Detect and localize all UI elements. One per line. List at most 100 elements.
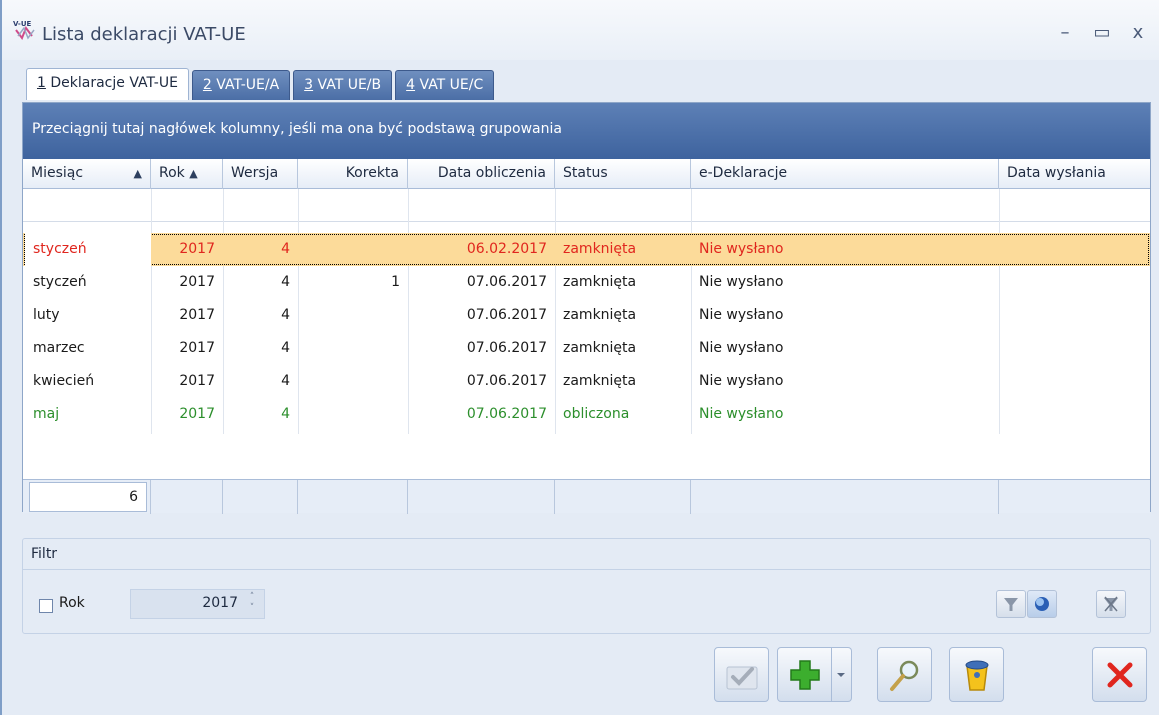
- cell-status: zamknięta: [563, 307, 637, 323]
- cell-year: 2017: [179, 307, 215, 323]
- accept-button[interactable]: [714, 647, 769, 702]
- table-row[interactable]: styczeń 2017 4 1 07.06.2017 zamknięta Ni…: [23, 266, 1150, 299]
- cell-version: 4: [281, 373, 290, 389]
- cell-month: styczeń: [33, 274, 87, 290]
- column-header-miesiac[interactable]: Miesiąc ▲: [23, 159, 151, 189]
- maximize-button[interactable]: ▭: [1089, 22, 1115, 44]
- tab-vat-ue-c[interactable]: 4 VAT UE/C: [395, 70, 495, 100]
- spin-down-icon[interactable]: ˅: [246, 603, 258, 614]
- rok-checkbox[interactable]: [39, 599, 53, 613]
- cell-date: 07.06.2017: [466, 307, 547, 323]
- tab-label: VAT UE/B: [313, 77, 382, 93]
- cell-year: 2017: [179, 406, 215, 422]
- close-icon: [1107, 662, 1133, 688]
- grid-filter-row[interactable]: [23, 189, 1150, 222]
- table-row[interactable]: kwiecień 2017 4 07.06.2017 zamknięta Nie…: [23, 365, 1150, 398]
- funnel-icon: [1004, 598, 1018, 611]
- cell-month: marzec: [33, 340, 85, 356]
- filter-title: Filtr: [31, 546, 58, 562]
- close-button[interactable]: [1092, 647, 1147, 702]
- add-button[interactable]: [777, 647, 832, 702]
- cell-sent-date: [999, 332, 1152, 365]
- cell-year: 2017: [179, 274, 215, 290]
- cell-version: 4: [281, 274, 290, 290]
- column-header-data-wyslania[interactable]: Data wysłania: [999, 159, 1152, 189]
- summary-cell: 6: [23, 480, 151, 514]
- table-row[interactable]: luty 2017 4 07.06.2017 zamknięta Nie wys…: [23, 299, 1150, 332]
- tab-vat-ue-a[interactable]: 2 VAT-UE/A: [191, 70, 291, 100]
- checkmark-icon: [726, 666, 758, 690]
- grid-header: Miesiąc ▲ Rok ▲ Wersja Korekta Data obli…: [23, 159, 1150, 189]
- cell-correction: 1: [391, 274, 400, 290]
- cell-month: maj: [33, 406, 60, 422]
- funnel-clear-icon: [1104, 596, 1118, 612]
- refresh-filter-button[interactable]: [1027, 590, 1057, 618]
- magnifier-icon: [890, 660, 919, 691]
- sort-asc-icon: ▲: [133, 167, 142, 180]
- close-window-button[interactable]: x: [1125, 22, 1151, 44]
- tab-vat-ue-b[interactable]: 3 VAT UE/B: [293, 70, 393, 100]
- column-header-status[interactable]: Status: [555, 159, 691, 189]
- tab-label: VAT UE/C: [415, 77, 484, 93]
- tab-label: Deklaracje VAT-UE: [45, 75, 178, 91]
- column-header-label: Miesiąc: [31, 165, 84, 181]
- sort-asc-icon: ▲: [189, 167, 198, 180]
- summary-cell: [223, 480, 298, 514]
- clear-filter-button[interactable]: [1096, 590, 1126, 618]
- spin-up-icon[interactable]: ˄: [246, 592, 258, 603]
- tab-bar: 1 Deklaracje VAT-UE 2 VAT-UE/A 3 VAT UE/…: [26, 68, 497, 100]
- cell-sent-date: [999, 365, 1152, 398]
- group-by-panel[interactable]: Przeciągnij tutaj nagłówek kolumny, jeśl…: [23, 103, 1150, 159]
- add-dropdown-button[interactable]: [832, 647, 852, 702]
- minimize-button[interactable]: –: [1052, 22, 1078, 44]
- column-header-rok[interactable]: Rok ▲: [151, 159, 223, 189]
- table-row[interactable]: marzec 2017 4 07.06.2017 zamknięta Nie w…: [23, 332, 1150, 365]
- svg-text:V-UE: V-UE: [13, 20, 31, 28]
- filter-refresh-icon: [1035, 597, 1049, 611]
- summary-cell: [999, 480, 1152, 514]
- cell-date: 06.02.2017: [466, 241, 547, 257]
- delete-button[interactable]: [949, 647, 1004, 702]
- declarations-grid: Przeciągnij tutaj nagłówek kolumny, jeśl…: [22, 102, 1152, 514]
- window: V-UE Lista deklaracji VAT-UE – ▭ x 1 Dek…: [0, 0, 1159, 715]
- cell-sent-date: [999, 299, 1152, 332]
- grid-rows: styczeń 2017 4 06.02.2017 zamknięta Nie …: [23, 233, 1150, 431]
- cell-status: zamknięta: [563, 241, 637, 257]
- apply-filter-button[interactable]: [996, 590, 1026, 618]
- cell-sent-date: [999, 233, 1152, 266]
- tab-number: 4: [406, 77, 416, 93]
- grid-summary-row: 6: [23, 479, 1152, 514]
- tab-number: 2: [202, 77, 212, 93]
- cell-status: zamknięta: [563, 373, 637, 389]
- tab-label: VAT-UE/A: [211, 77, 280, 93]
- divider: [23, 569, 1150, 570]
- summary-cell: [555, 480, 691, 514]
- column-header-korekta[interactable]: Korekta: [298, 159, 408, 189]
- cell-date: 07.06.2017: [466, 373, 547, 389]
- plus-icon: [790, 660, 820, 690]
- cell-e-deklaracje: Nie wysłano: [699, 307, 784, 323]
- summary-cell: [691, 480, 999, 514]
- cell-correction: [298, 299, 408, 332]
- rok-spinner[interactable]: 2017 ˄ ˅: [130, 589, 265, 619]
- rok-label: Rok: [59, 595, 85, 611]
- spin-arrows[interactable]: ˄ ˅: [246, 592, 258, 614]
- column-header-wersja[interactable]: Wersja: [223, 159, 298, 189]
- table-row[interactable]: maj 2017 4 07.06.2017 obliczona Nie wysł…: [23, 398, 1150, 431]
- preview-button[interactable]: [877, 647, 932, 702]
- cell-correction: [298, 365, 408, 398]
- table-row[interactable]: styczeń 2017 4 06.02.2017 zamknięta Nie …: [23, 233, 1150, 266]
- column-header-e-deklaracje[interactable]: e-Deklaracje: [691, 159, 999, 189]
- cell-correction: [298, 233, 408, 266]
- cell-date: 07.06.2017: [466, 406, 547, 422]
- cell-correction: [298, 398, 408, 431]
- column-header-data-obliczenia[interactable]: Data obliczenia: [408, 159, 555, 189]
- cell-status: zamknięta: [563, 274, 637, 290]
- cell-correction: [298, 332, 408, 365]
- cell-date: 07.06.2017: [466, 340, 547, 356]
- tab-deklaracje-vat-ue[interactable]: 1 Deklaracje VAT-UE: [26, 68, 189, 100]
- chevron-down-icon: [837, 673, 845, 677]
- tab-number: 1: [37, 75, 46, 91]
- rok-value: 2017: [202, 595, 238, 611]
- cell-sent-date: [999, 398, 1152, 431]
